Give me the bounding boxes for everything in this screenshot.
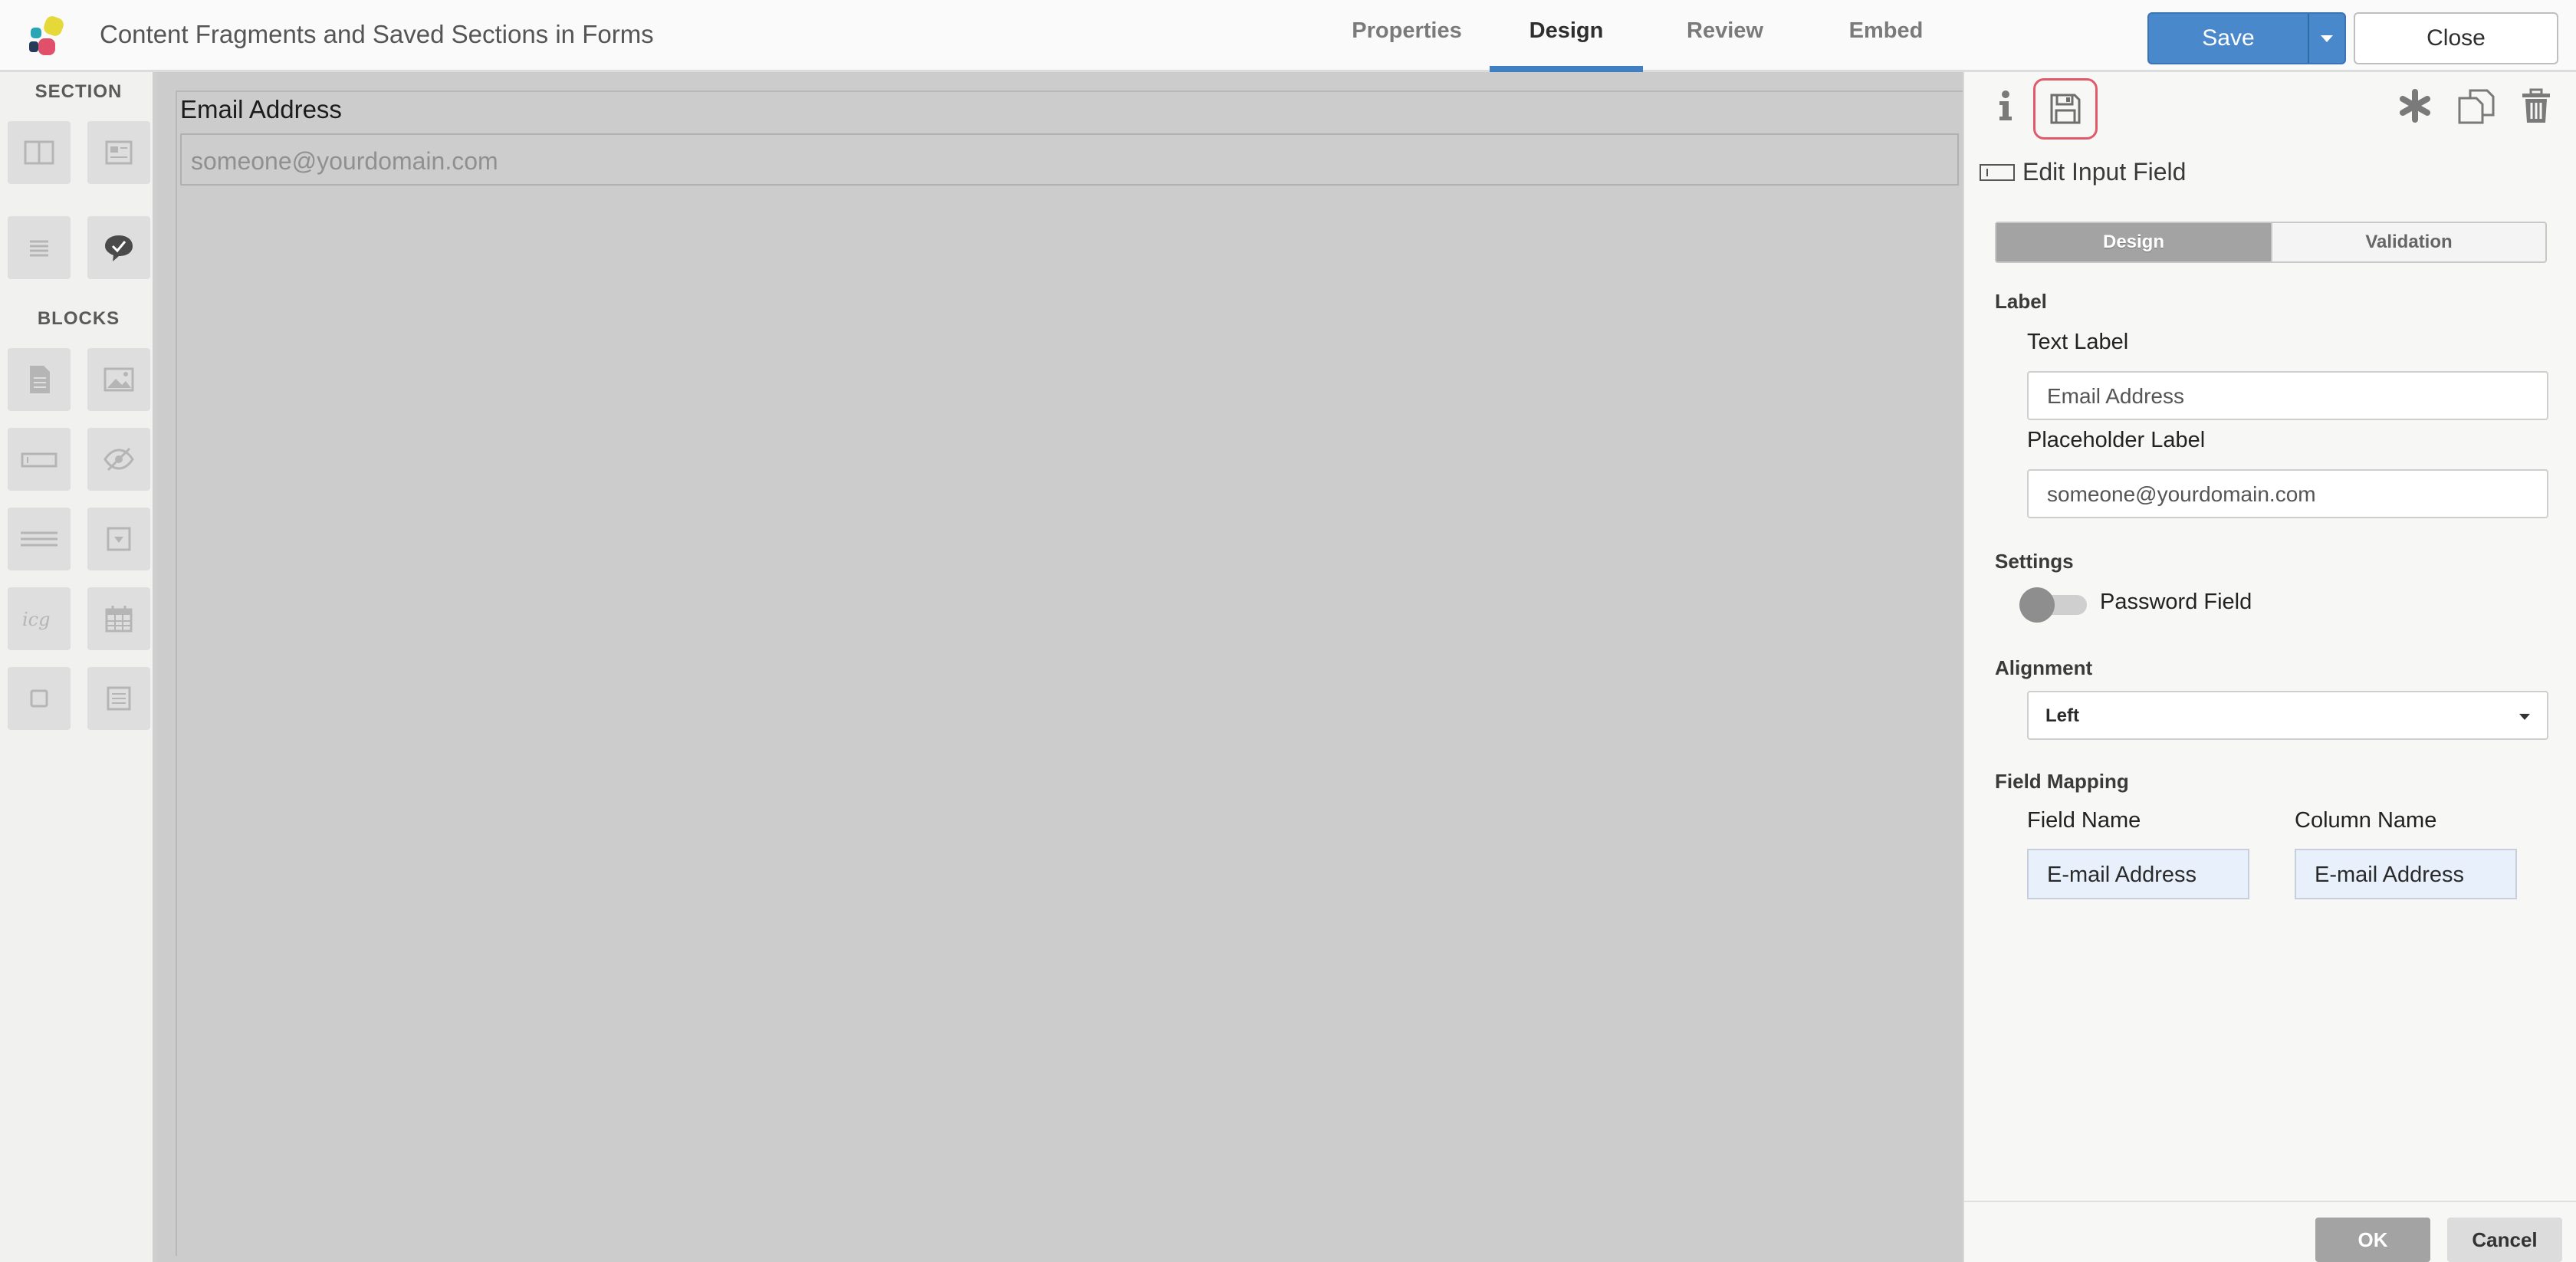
image-block[interactable] xyxy=(87,348,150,411)
captcha-icon: icg xyxy=(22,609,50,630)
tab-properties[interactable]: Properties xyxy=(1349,18,1464,44)
comment-check-icon xyxy=(105,235,133,261)
toggle-knob xyxy=(2019,587,2055,623)
columns-layout-icon xyxy=(24,140,54,165)
svg-text:icg: icg xyxy=(22,609,50,630)
duplicate-icon[interactable] xyxy=(2456,87,2496,126)
cancel-button[interactable]: Cancel xyxy=(2447,1218,2562,1262)
label-section-heading: Label xyxy=(1995,290,2047,313)
document-title: Content Fragments and Saved Sections in … xyxy=(100,20,654,48)
password-field-label: Password Field xyxy=(2100,590,2252,614)
save-section-button[interactable] xyxy=(2033,78,2098,140)
text-label-value: Email Address xyxy=(2047,384,2184,408)
canvas-frame xyxy=(176,90,1970,1256)
placeholder-label-value: someone@yourdomain.com xyxy=(2047,482,2316,506)
canvas-field-label[interactable]: Email Address xyxy=(180,95,342,124)
input-field-type-icon xyxy=(1980,164,2015,181)
hidden-field-block[interactable] xyxy=(87,428,150,491)
ok-button[interactable]: OK xyxy=(2315,1218,2430,1262)
chevron-down-icon xyxy=(2519,714,2530,720)
tab-validation-settings[interactable]: Validation xyxy=(2271,223,2545,261)
password-field-toggle[interactable] xyxy=(2019,587,2088,623)
canvas-email-input[interactable]: someone@yourdomain.com xyxy=(180,133,1959,186)
canvas-field-placeholder: someone@yourdomain.com xyxy=(191,147,498,175)
header-layout-icon xyxy=(105,140,133,165)
document-icon xyxy=(30,366,50,393)
column-name-caption: Column Name xyxy=(2295,808,2437,833)
save-button-group: Save xyxy=(2147,12,2346,64)
required-asterisk-icon[interactable] xyxy=(2398,89,2432,123)
field-mapping-heading: Field Mapping xyxy=(1995,770,2129,793)
calendar-block[interactable] xyxy=(87,587,150,650)
tab-review[interactable]: Review xyxy=(1671,18,1779,44)
panel-tab-switcher: Design Validation xyxy=(1995,222,2547,263)
hidden-field-icon xyxy=(104,447,134,472)
app-logo-icon xyxy=(29,16,64,55)
checkbox-block[interactable] xyxy=(8,667,71,730)
calendar-icon xyxy=(105,606,133,633)
alignment-select[interactable]: Left xyxy=(2027,691,2548,740)
alignment-section-heading: Alignment xyxy=(1995,656,2093,679)
panel-footer: OK Cancel xyxy=(1964,1201,2576,1262)
text-label-input[interactable]: Email Address xyxy=(2027,371,2548,420)
caret-down-icon xyxy=(2321,35,2333,42)
dropdown-block[interactable] xyxy=(87,508,150,570)
section-heading: SECTION xyxy=(34,81,123,102)
alignment-selected-value: Left xyxy=(2045,705,2079,726)
document-block[interactable] xyxy=(8,348,71,411)
textarea-icon xyxy=(21,531,58,547)
input-field-icon xyxy=(21,452,58,468)
column-name-value: E-mail Address xyxy=(2315,863,2465,887)
top-bar: Content Fragments and Saved Sections in … xyxy=(0,0,2576,73)
columns-layout-block[interactable] xyxy=(8,121,71,184)
trash-icon[interactable] xyxy=(2519,87,2553,126)
save-button[interactable]: Save xyxy=(2149,14,2308,63)
header-layout-block[interactable] xyxy=(87,121,150,184)
tab-design-settings[interactable]: Design xyxy=(1996,223,2271,261)
text-label-caption: Text Label xyxy=(2027,330,2129,354)
field-name-value: E-mail Address xyxy=(2047,863,2197,887)
element-palette: SECTION BLOCKS icg xyxy=(0,72,157,1262)
field-name-caption: Field Name xyxy=(2027,808,2141,833)
image-icon xyxy=(104,367,134,392)
panel-heading: Edit Input Field xyxy=(2022,158,2187,186)
close-button[interactable]: Close xyxy=(2354,12,2558,64)
save-options-dropdown[interactable] xyxy=(2308,14,2344,63)
floppy-disk-icon xyxy=(2050,94,2081,124)
settings-section-heading: Settings xyxy=(1995,550,2074,573)
checkbox-icon xyxy=(30,689,48,708)
text-lines-icon xyxy=(30,240,48,257)
placeholder-label-caption: Placeholder Label xyxy=(2027,428,2206,452)
text-lines-block[interactable] xyxy=(8,216,71,279)
tab-embed[interactable]: Embed xyxy=(1832,18,1940,44)
info-icon[interactable] xyxy=(1996,89,2015,123)
edit-input-field-panel: Edit Input Field Design Validation Label… xyxy=(1963,72,2576,1262)
form-block[interactable] xyxy=(87,667,150,730)
dropdown-icon xyxy=(107,527,131,551)
placeholder-label-input[interactable]: someone@yourdomain.com xyxy=(2027,469,2548,518)
blocks-heading: BLOCKS xyxy=(37,308,120,329)
column-name-input[interactable]: E-mail Address xyxy=(2295,849,2517,899)
input-field-block[interactable] xyxy=(8,428,71,491)
textarea-block[interactable] xyxy=(8,508,71,570)
captcha-block[interactable]: icg xyxy=(8,587,71,650)
comment-check-block[interactable] xyxy=(87,216,150,279)
field-name-input[interactable]: E-mail Address xyxy=(2027,849,2249,899)
tab-design[interactable]: Design xyxy=(1490,18,1643,44)
form-canvas[interactable]: Email Address someone@yourdomain.com xyxy=(157,72,1970,1262)
form-icon xyxy=(107,686,131,711)
